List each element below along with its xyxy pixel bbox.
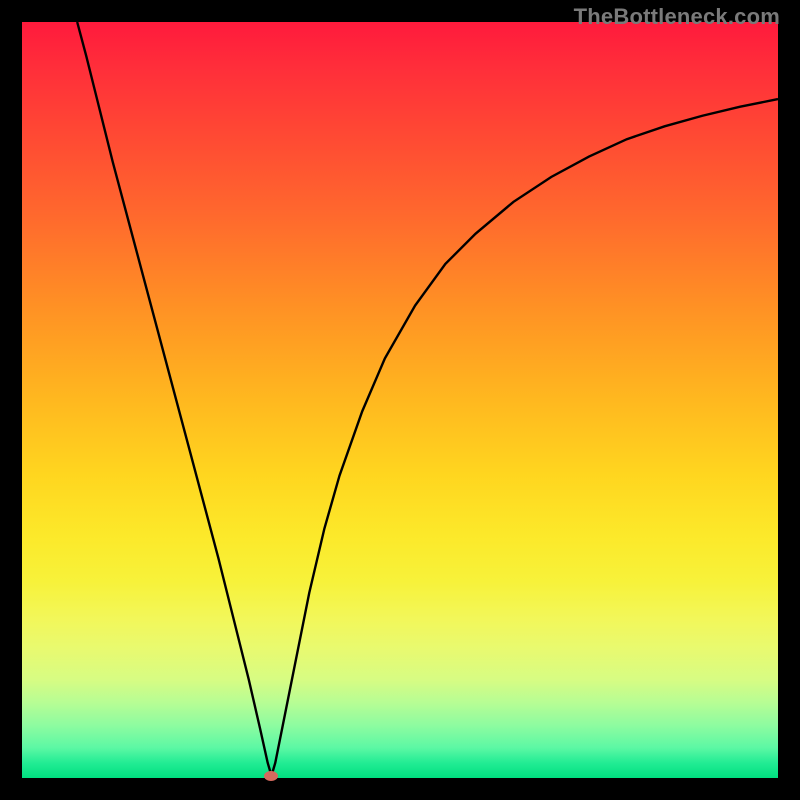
curve-left-branch [77, 22, 271, 776]
chart-frame: TheBottleneck.com [0, 0, 800, 800]
plot-area [22, 22, 778, 778]
bottleneck-curve [22, 22, 778, 778]
curve-right-branch [271, 99, 778, 776]
minimum-marker [264, 771, 278, 781]
watermark-text: TheBottleneck.com [574, 4, 780, 30]
